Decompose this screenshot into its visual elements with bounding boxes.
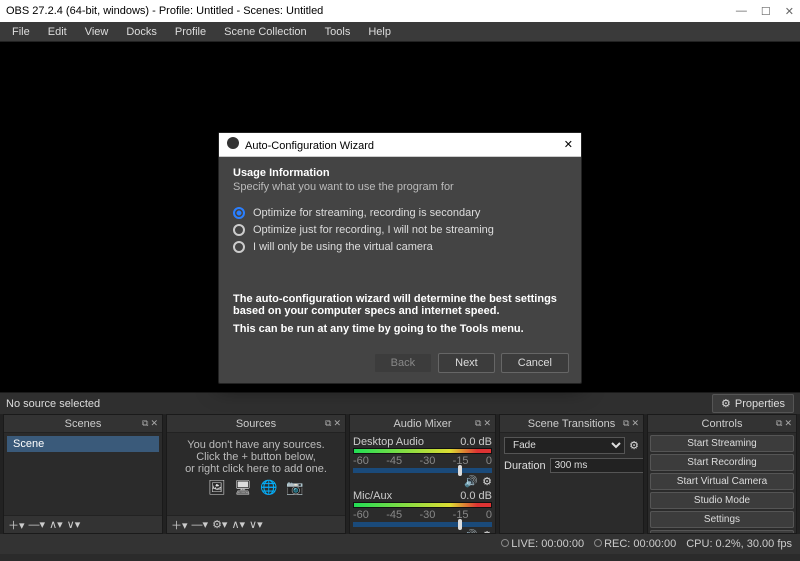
sources-panel: Sources ⧉✕ You don't have any sources. Cl… [166,414,346,534]
popout-icon[interactable]: ⧉ [475,418,481,429]
dialog-note: The auto-configuration wizard will deter… [233,293,567,317]
dialog-note2: This can be run at any time by going to … [233,323,567,335]
cancel-button[interactable]: Cancel [501,353,569,373]
window-title: OBS 27.2.4 (64-bit, windows) - Profile: … [6,5,323,17]
menu-profile[interactable]: Profile [167,24,214,40]
radio-icon [233,224,245,236]
menubar: File Edit View Docks Profile Scene Colle… [0,22,800,42]
duration-input[interactable] [550,458,643,473]
track-gear-icon[interactable]: ⚙ [482,529,492,533]
sources-empty-3: or right click here to add one. [171,463,341,475]
mixer-title: Audio Mixer [393,418,451,430]
radio-recording[interactable]: Optimize just for recording, I will not … [233,224,567,236]
controls-panel: Controls ⧉✕ Start Streaming Start Recordi… [647,414,797,534]
close-icon[interactable]: ✕ [150,418,158,429]
back-button[interactable]: Back [374,353,432,373]
menu-help[interactable]: Help [360,24,399,40]
dialog-sub: Specify what you want to use the program… [233,181,567,193]
duration-label: Duration [504,460,546,472]
radio-virtual-camera[interactable]: I will only be using the virtual camera [233,241,567,253]
transition-gear-icon[interactable]: ⚙ [629,439,639,452]
camera-icon: 📷 [285,479,305,497]
menu-scene-collection[interactable]: Scene Collection [216,24,315,40]
add-scene-button[interactable]: ＋▾ [8,517,25,533]
close-icon[interactable]: ✕ [631,418,639,429]
popout-icon[interactable]: ⧉ [623,418,629,429]
cpu-status: CPU: 0.2%, 30.00 fps [686,538,792,550]
live-status: LIVE: 00:00:00 [501,538,584,550]
scene-up-button[interactable]: ∧▾ [49,518,63,531]
studio-mode-button[interactable]: Studio Mode [650,492,794,509]
display-icon: 🖥 [233,479,253,497]
exit-button[interactable]: Exit [650,530,794,533]
minimize-icon[interactable]: — [736,5,747,18]
radio-icon [233,241,245,253]
close-icon[interactable]: ✕ [483,418,491,429]
transition-select[interactable]: Fade [504,437,625,454]
remove-scene-button[interactable]: —▾ [29,518,46,531]
start-virtual-camera-button[interactable]: Start Virtual Camera [650,473,794,490]
speaker-icon[interactable]: 🔊 [464,529,478,533]
settings-button[interactable]: Settings [650,511,794,528]
speaker-icon[interactable]: 🔊 [464,475,478,488]
track-gear-icon[interactable]: ⚙ [482,475,492,488]
status-row: No source selected ⚙Properties [0,392,800,414]
audio-mixer-panel: Audio Mixer⧉✕ Desktop Audio0.0 dB -60-45… [349,414,496,534]
track-desktop-audio: Desktop Audio0.0 dB -60-45-30-150 🔊⚙ [353,436,492,488]
next-button[interactable]: Next [438,353,495,373]
sources-empty-1: You don't have any sources. [171,439,341,451]
maximize-icon[interactable]: ☐ [761,5,771,18]
close-icon[interactable]: ✕ [785,5,794,18]
scene-item[interactable]: Scene [7,436,159,452]
image-icon: 🖼 [207,479,227,497]
menu-docks[interactable]: Docks [118,24,165,40]
source-up-button[interactable]: ∧▾ [231,518,245,531]
menu-edit[interactable]: Edit [40,24,75,40]
meter [353,448,492,454]
transitions-title: Scene Transitions [528,418,615,430]
start-streaming-button[interactable]: Start Streaming [650,435,794,452]
rec-status: REC: 00:00:00 [594,538,676,550]
auto-config-dialog: Auto-Configuration Wizard ✕ Usage Inform… [218,132,582,384]
gear-icon: ⚙ [721,397,731,410]
scenes-panel: Scenes ⧉✕ Scene ＋▾ —▾ ∧▾ ∨▾ [3,414,163,534]
scenes-title: Scenes [65,418,102,430]
close-icon[interactable]: ✕ [784,418,792,429]
popout-icon[interactable]: ⧉ [142,418,148,429]
menu-tools[interactable]: Tools [317,24,359,40]
properties-button[interactable]: ⚙Properties [712,394,794,413]
sources-title: Sources [236,418,276,430]
radio-streaming[interactable]: Optimize for streaming, recording is sec… [233,207,567,219]
source-down-button[interactable]: ∨▾ [249,518,263,531]
meter [353,502,492,508]
ticks: -60-45-30-150 [353,509,492,521]
close-icon[interactable]: ✕ [333,418,341,429]
menu-file[interactable]: File [4,24,38,40]
titlebar: OBS 27.2.4 (64-bit, windows) - Profile: … [0,0,800,22]
menu-view[interactable]: View [77,24,117,40]
start-recording-button[interactable]: Start Recording [650,454,794,471]
bottom-bar: LIVE: 00:00:00 REC: 00:00:00 CPU: 0.2%, … [0,534,800,554]
remove-source-button[interactable]: —▾ [192,518,209,531]
dialog-close-icon[interactable]: ✕ [564,138,573,151]
add-source-button[interactable]: ＋▾ [171,517,188,533]
controls-title: Controls [702,418,743,430]
track-mic-aux: Mic/Aux0.0 dB -60-45-30-150 🔊⚙ [353,490,492,533]
scene-down-button[interactable]: ∨▾ [67,518,81,531]
sources-empty-2: Click the + button below, [171,451,341,463]
no-source-label: No source selected [6,398,100,410]
transitions-panel: Scene Transitions⧉✕ Fade⚙ Duration▴▾ [499,414,644,534]
popout-icon[interactable]: ⧉ [325,418,331,429]
dialog-title: Auto-Configuration Wizard [245,140,374,152]
source-settings-button[interactable]: ⚙▾ [212,518,227,531]
dialog-section: Usage Information [233,167,567,179]
globe-icon: 🌐 [259,479,279,497]
volume-slider[interactable] [353,522,492,527]
radio-icon [233,207,245,219]
volume-slider[interactable] [353,468,492,473]
obs-icon [227,137,239,149]
ticks: -60-45-30-150 [353,455,492,467]
popout-icon[interactable]: ⧉ [776,418,782,429]
